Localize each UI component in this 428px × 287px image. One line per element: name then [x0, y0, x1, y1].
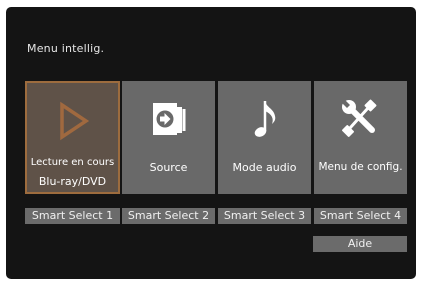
tools-icon: [314, 97, 407, 141]
source-icon: [122, 97, 215, 141]
tile-now-playing[interactable]: Lecture en cours Blu-ray/DVD: [25, 81, 120, 194]
smart-select-1-button[interactable]: Smart Select 1: [25, 208, 120, 224]
tile-now-playing-label: Lecture en cours: [30, 157, 115, 168]
smart-select-3-button[interactable]: Smart Select 3: [218, 208, 311, 224]
tile-audio-mode-label: Mode audio: [232, 161, 297, 174]
menu-title: Menu intellig.: [27, 42, 105, 55]
smart-select-2-button[interactable]: Smart Select 2: [122, 208, 215, 224]
smart-select-4-button[interactable]: Smart Select 4: [314, 208, 407, 224]
tile-source-label: Source: [149, 161, 188, 174]
tile-source[interactable]: Source: [122, 81, 215, 194]
tile-setup-menu-label: Menu de config.: [318, 161, 403, 173]
play-icon: [27, 99, 118, 143]
tile-now-playing-source: Blu-ray/DVD: [38, 175, 107, 188]
help-button[interactable]: Aide: [313, 236, 407, 252]
tile-audio-mode[interactable]: Mode audio: [218, 81, 311, 194]
music-note-icon: [218, 97, 311, 141]
tile-setup-menu[interactable]: Menu de config.: [314, 81, 407, 194]
